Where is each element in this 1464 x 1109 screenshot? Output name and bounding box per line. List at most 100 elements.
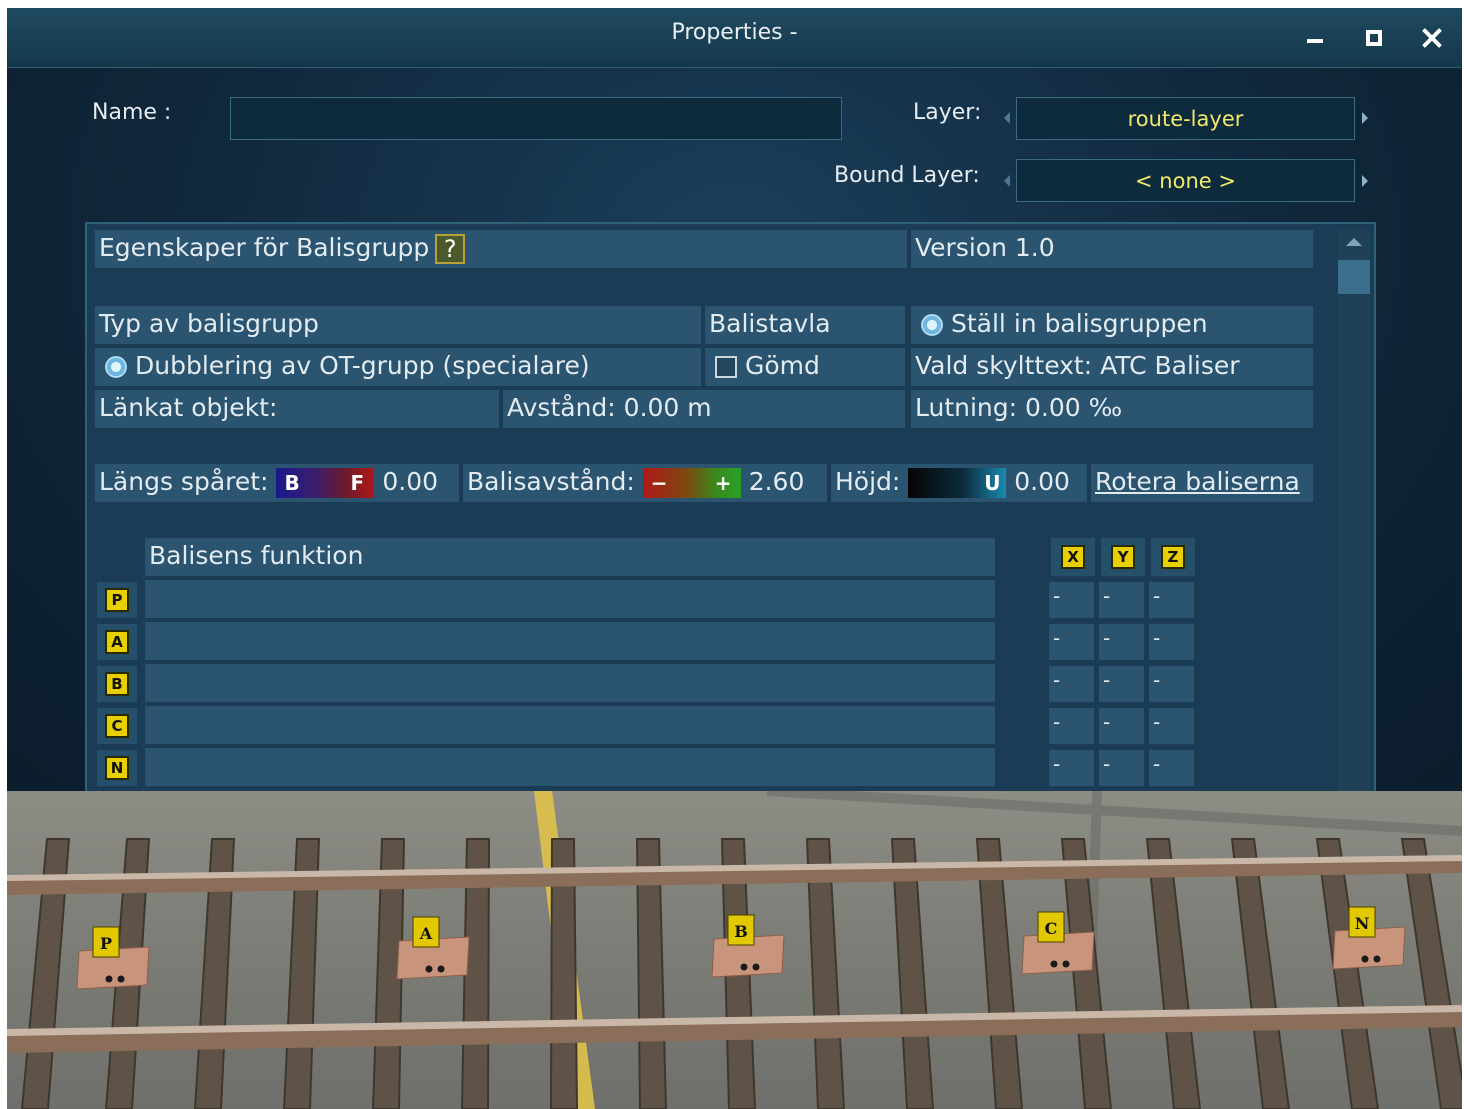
row-letter-n[interactable]: N: [97, 750, 137, 786]
balise-b-icon: B: [105, 672, 129, 696]
balise-bolt: [1050, 960, 1058, 968]
function-cell[interactable]: [145, 748, 995, 786]
balise-a-icon: A: [105, 630, 129, 654]
row-letter-a[interactable]: A: [97, 624, 137, 660]
name-input[interactable]: [231, 98, 841, 139]
bound-layer-selector[interactable]: < none >: [1016, 159, 1355, 202]
hidden-option[interactable]: Gömd: [705, 348, 905, 386]
distance-label: Avstånd: 0.00 m: [503, 390, 905, 428]
vertical-scrollbar[interactable]: [1338, 230, 1370, 791]
balise-letter: P: [100, 934, 112, 953]
row-z-value[interactable]: -: [1149, 750, 1194, 786]
balise-bolt: [105, 975, 113, 983]
row-x-value[interactable]: -: [1049, 708, 1094, 744]
axis-x-icon: X: [1061, 545, 1085, 569]
row-x-value[interactable]: -: [1049, 750, 1094, 786]
balise-bolt: [752, 963, 760, 971]
row-z-value[interactable]: -: [1149, 624, 1194, 660]
sleeper: [1060, 838, 1113, 1109]
height-up-icon[interactable]: U: [984, 468, 1000, 498]
along-track-slider[interactable]: B F: [276, 468, 375, 498]
height-control: Höjd: U 0.00: [831, 464, 1087, 502]
layer-next-arrow-icon[interactable]: [1362, 112, 1368, 124]
balise-letter: B: [734, 922, 748, 941]
minimize-icon: [1307, 39, 1323, 43]
balise-group-properties-panel: Egenskaper för Balisgrupp? Version 1.0 T…: [85, 222, 1376, 791]
along-track-label: Längs spåret:: [99, 467, 269, 496]
sleeper: [1145, 838, 1202, 1109]
bound-layer-next-arrow-icon[interactable]: [1362, 175, 1368, 187]
row-letter-b[interactable]: B: [97, 666, 137, 702]
help-icon[interactable]: ?: [435, 234, 466, 264]
type-radio-icon[interactable]: [105, 356, 127, 378]
axis-x-header[interactable]: X: [1051, 538, 1095, 576]
height-slider[interactable]: U: [908, 468, 1007, 498]
close-button[interactable]: [1414, 20, 1450, 56]
layer-selector[interactable]: route-layer: [1016, 97, 1355, 140]
balise-bolt: [1062, 960, 1070, 968]
row-x-value[interactable]: -: [1049, 666, 1094, 702]
rotate-balises-link[interactable]: Rotera baliserna: [1091, 464, 1313, 502]
type-value: Dubblering av OT-grupp (specialare): [135, 351, 590, 380]
function-cell[interactable]: [145, 580, 995, 618]
panel-title-text: Egenskaper för Balisgrupp: [99, 233, 430, 262]
track-3d-viewport[interactable]: P A B C N: [7, 791, 1462, 1109]
scroll-thumb[interactable]: [1338, 260, 1370, 294]
track-scene: P A B C N: [7, 791, 1462, 1109]
row-y-value[interactable]: -: [1099, 582, 1144, 618]
spacing-minus-icon[interactable]: −: [651, 468, 668, 498]
sleeper: [1400, 838, 1462, 1109]
height-label: Höjd:: [835, 467, 901, 496]
type-option[interactable]: Dubblering av OT-grupp (specialare): [95, 348, 701, 386]
balise-c-icon: C: [105, 714, 129, 738]
balise-marker[interactable]: A: [396, 916, 470, 980]
spacing-slider[interactable]: − +: [642, 468, 741, 498]
board-label: Balistavla: [705, 306, 905, 344]
balise-p-icon: P: [105, 588, 129, 612]
bound-layer-label: Bound Layer:: [834, 163, 980, 188]
balise-letter: N: [1355, 914, 1370, 933]
spacing-control: Balisavstånd: − + 2.60: [463, 464, 827, 502]
row-letter-p[interactable]: P: [97, 582, 137, 618]
spacing-plus-icon[interactable]: +: [715, 468, 732, 498]
balise-bolt: [425, 965, 433, 973]
along-track-forward-icon[interactable]: F: [350, 468, 364, 498]
maximize-button[interactable]: [1356, 20, 1392, 56]
title-bar[interactable]: Properties -: [7, 8, 1462, 68]
height-value: 0.00: [1014, 467, 1070, 496]
row-z-value[interactable]: -: [1149, 708, 1194, 744]
scroll-up-arrow-icon[interactable]: [1346, 238, 1362, 246]
spacing-value: 2.60: [748, 467, 805, 496]
sleeper: [1230, 838, 1291, 1109]
layer-prev-arrow-icon[interactable]: [1004, 112, 1010, 124]
row-letter-c[interactable]: C: [97, 708, 137, 744]
minimize-button[interactable]: [1297, 20, 1333, 56]
row-x-value[interactable]: -: [1049, 582, 1094, 618]
axis-z-header[interactable]: Z: [1151, 538, 1195, 576]
along-track-control: Längs spåret: B F 0.00: [95, 464, 459, 502]
axis-z-icon: Z: [1161, 545, 1185, 569]
sign-text-label: Vald skylttext: ATC Baliser: [911, 348, 1313, 386]
gradient-label: Lutning: 0.00 ‰: [911, 390, 1313, 428]
row-y-value[interactable]: -: [1099, 624, 1144, 660]
set-group-option[interactable]: Ställ in balisgruppen: [911, 306, 1313, 344]
hidden-checkbox[interactable]: [715, 356, 737, 378]
along-track-back-icon[interactable]: B: [284, 468, 299, 498]
maximize-icon: [1366, 30, 1382, 46]
row-x-value[interactable]: -: [1049, 624, 1094, 660]
balise-marker[interactable]: B: [711, 914, 785, 978]
row-y-value[interactable]: -: [1099, 666, 1144, 702]
row-y-value[interactable]: -: [1099, 708, 1144, 744]
set-group-radio-icon[interactable]: [921, 314, 943, 336]
bound-layer-prev-arrow-icon[interactable]: [1004, 175, 1010, 187]
axis-y-header[interactable]: Y: [1101, 538, 1145, 576]
function-cell[interactable]: [145, 622, 995, 660]
name-field[interactable]: [230, 97, 842, 140]
function-cell[interactable]: [145, 664, 995, 702]
row-z-value[interactable]: -: [1149, 666, 1194, 702]
version-label: Version 1.0: [911, 230, 1313, 268]
row-y-value[interactable]: -: [1099, 750, 1144, 786]
row-z-value[interactable]: -: [1149, 582, 1194, 618]
balise-n-icon: N: [105, 756, 129, 780]
function-cell[interactable]: [145, 706, 995, 744]
